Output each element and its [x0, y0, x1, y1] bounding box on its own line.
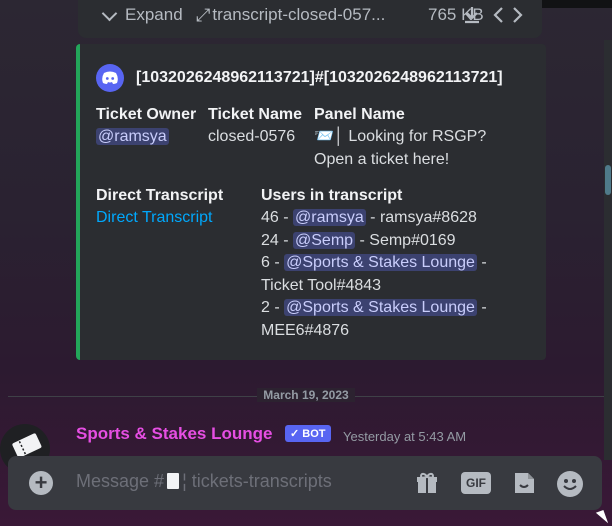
user-row: 46 - @ramsya - ramsya#8628 [261, 207, 487, 230]
chevron-down-icon [101, 5, 118, 21]
field-name: Ticket Name [208, 106, 302, 123]
user-row: 2 - @Sports & Stakes Lounge - [261, 297, 487, 320]
sticker-icon[interactable] [511, 470, 537, 496]
gif-icon[interactable]: GIF [461, 472, 491, 494]
message-author[interactable]: Sports & Stakes Lounge [76, 424, 272, 444]
user-tag: - Semp#0169 [355, 231, 456, 249]
message-composer[interactable]: + Message # ¦ tickets-transcripts GIF [8, 456, 602, 510]
channel-text-icon [167, 473, 180, 489]
user-count: 2 - [261, 299, 285, 316]
user-mention[interactable]: @ramsya [293, 209, 366, 226]
user-row: 24 - @Semp - Semp#0169 [261, 230, 487, 253]
placeholder-channel: ¦ tickets-transcripts [182, 471, 332, 491]
user-mention[interactable]: @Sports & Stakes Lounge [284, 254, 477, 271]
envelope-emoji-icon: 📨 [314, 128, 334, 145]
file-attachment: Expand ⤢ transcript-closed-057... 765 KB [78, 0, 542, 38]
user-tag-line: MEE6#4876 [261, 321, 350, 339]
download-icon[interactable] [461, 4, 483, 26]
field-users-in-transcript: Users in transcript 46 - @ramsya - ramsy… [261, 185, 487, 342]
field-name: Users in transcript [261, 187, 403, 204]
expand-button[interactable]: Expand [101, 4, 183, 26]
filename-text: transcript-closed-057... [212, 5, 386, 24]
direct-transcript-link[interactable]: Direct Transcript [96, 209, 212, 226]
user-tag: - [476, 299, 487, 316]
gift-icon[interactable] [414, 470, 440, 496]
panel-line-1: Looking for RSGP? [348, 128, 487, 145]
message-input[interactable]: Message # ¦ tickets-transcripts [76, 471, 332, 492]
user-count: 24 - [261, 231, 294, 249]
message-timestamp: Yesterday at 5:43 AM [343, 429, 467, 444]
date-text: March 19, 2023 [257, 388, 355, 402]
transcript-embed: [1032026248962113721]#[10320262489621137… [76, 44, 546, 360]
attachment-filename[interactable]: ⤢ transcript-closed-057... [196, 4, 385, 26]
user-mention[interactable]: @Sports & Stakes Lounge [284, 299, 477, 316]
user-mention[interactable]: @ramsya [96, 128, 169, 145]
user-tag-line: Ticket Tool#4843 [261, 276, 382, 294]
field-ticket-name: Ticket Name closed-0576 [208, 104, 302, 149]
user-row: 6 - @Sports & Stakes Lounge - [261, 252, 487, 275]
field-value: closed-0576 [208, 128, 296, 145]
separator: │ [333, 128, 349, 145]
field-panel-name: Panel Name 📨│ Looking for RSGP? Open a t… [314, 104, 486, 171]
bot-badge: ✓ BOT [285, 425, 331, 442]
plus-icon[interactable]: + [29, 471, 53, 495]
embed-author-name: [1032026248962113721]#[10320262489621137… [136, 69, 503, 86]
field-name: Direct Transcript [96, 187, 224, 204]
placeholder-prefix: Message # [76, 471, 165, 491]
user-count: 46 - [261, 209, 294, 226]
discord-logo-icon [96, 64, 124, 92]
field-direct-transcript: Direct Transcript Direct Transcript [96, 185, 223, 230]
user-count: 6 - [261, 254, 285, 271]
user-mention[interactable]: @Semp [293, 231, 356, 249]
expand-arrows-icon: ⤢ [196, 4, 211, 25]
scrollbar-thumb[interactable] [605, 165, 611, 195]
user-tag: - ramsya#8628 [365, 209, 477, 226]
code-view-icon[interactable] [492, 4, 524, 26]
field-name: Panel Name [314, 106, 405, 123]
panel-line-2: Open a ticket here! [314, 150, 450, 168]
user-tag: - [476, 254, 487, 271]
emoji-icon[interactable] [556, 470, 583, 497]
embed-author: [1032026248962113721]#[10320262489621137… [96, 64, 503, 92]
date-divider-label: March 19, 2023 [0, 388, 612, 402]
expand-label: Expand [125, 5, 183, 24]
field-ticket-owner: Ticket Owner @ramsya [96, 104, 196, 149]
field-name: Ticket Owner [96, 106, 197, 123]
